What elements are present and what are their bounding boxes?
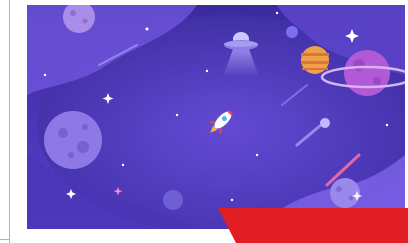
space-scene-svg [27, 5, 405, 229]
bottom-divider [0, 239, 10, 240]
tiny-planet-icon [286, 26, 298, 38]
cratered-planet-icon [44, 111, 102, 169]
striped-planet-icon [301, 46, 329, 74]
bottom-right-planet-icon [330, 178, 360, 208]
page [0, 0, 408, 243]
moon-icon [163, 190, 183, 210]
space-illustration [27, 5, 405, 229]
left-divider [9, 0, 10, 243]
